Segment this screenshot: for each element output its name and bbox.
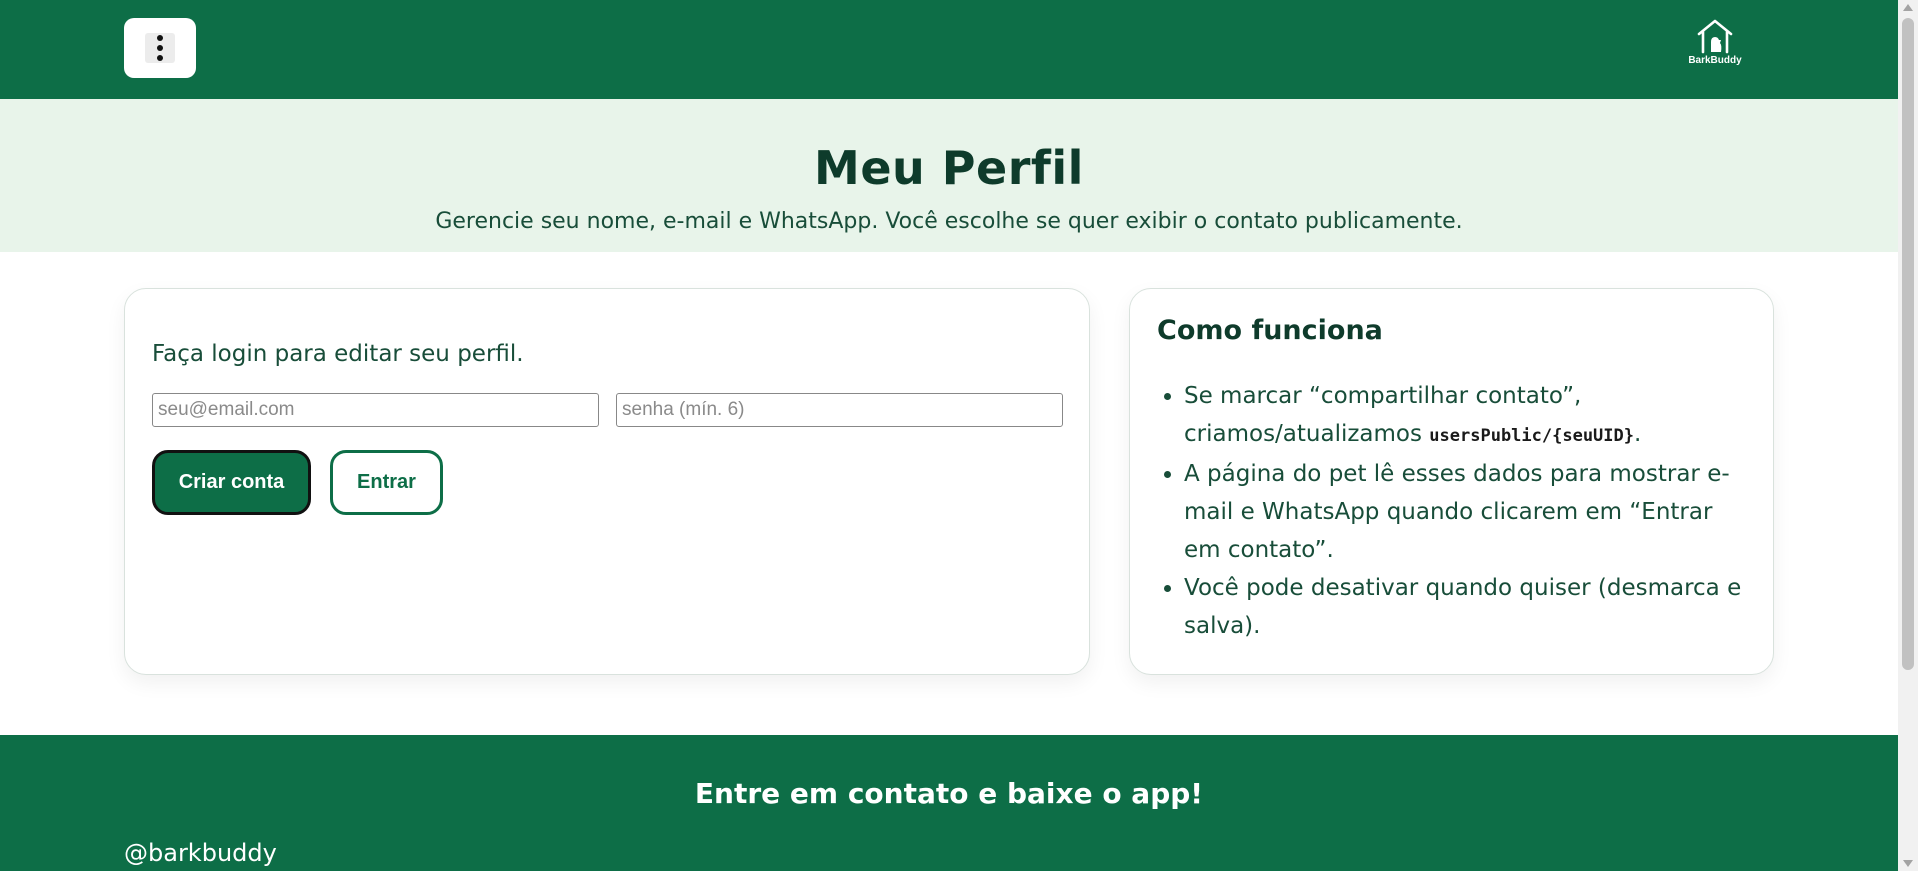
page-title: Meu Perfil <box>814 141 1084 195</box>
list-item: A página do pet lê esses dados para most… <box>1184 455 1756 569</box>
how-it-works-card: Como funciona Se marcar “compartilhar co… <box>1129 288 1774 675</box>
top-navbar: BarkBuddy <box>0 0 1898 99</box>
logo-text: BarkBuddy <box>1688 55 1742 66</box>
create-account-button[interactable]: Criar conta <box>152 450 311 515</box>
how-it-works-list: Se marcar “compartilhar contato”, criamo… <box>1184 377 1756 645</box>
login-prompt: Faça login para editar seu perfil. <box>152 341 524 367</box>
menu-button[interactable] <box>124 18 196 78</box>
scroll-down-icon[interactable] <box>1903 860 1913 867</box>
list-item: Você pode desativar quando quiser (desma… <box>1184 569 1756 645</box>
login-card: Faça login para editar seu perfil. Criar… <box>124 288 1090 675</box>
kebab-menu-icon <box>145 33 175 63</box>
page-header: Meu Perfil Gerencie seu nome, e-mail e W… <box>0 99 1898 252</box>
brand-logo[interactable]: BarkBuddy <box>1680 18 1750 74</box>
scrollbar-thumb[interactable] <box>1902 18 1914 670</box>
page-subtitle: Gerencie seu nome, e-mail e WhatsApp. Vo… <box>435 209 1463 234</box>
footer: Entre em contato e baixe o app! @barkbud… <box>0 735 1898 871</box>
password-input[interactable] <box>616 393 1063 427</box>
list-item: Se marcar “compartilhar contato”, criamo… <box>1184 377 1756 455</box>
social-handle[interactable]: @barkbuddy <box>124 839 277 867</box>
login-button[interactable]: Entrar <box>330 450 443 515</box>
how-it-works-title: Como funciona <box>1157 315 1383 346</box>
scroll-up-icon[interactable] <box>1903 4 1913 11</box>
collection-path: usersPublic/{seuUID} <box>1429 426 1634 446</box>
footer-title: Entre em contato e baixe o app! <box>694 777 1204 810</box>
list-item-end: . <box>1634 421 1642 447</box>
dog-house-icon <box>1697 19 1733 54</box>
email-input[interactable] <box>152 393 599 427</box>
vertical-scrollbar[interactable] <box>1898 0 1918 871</box>
